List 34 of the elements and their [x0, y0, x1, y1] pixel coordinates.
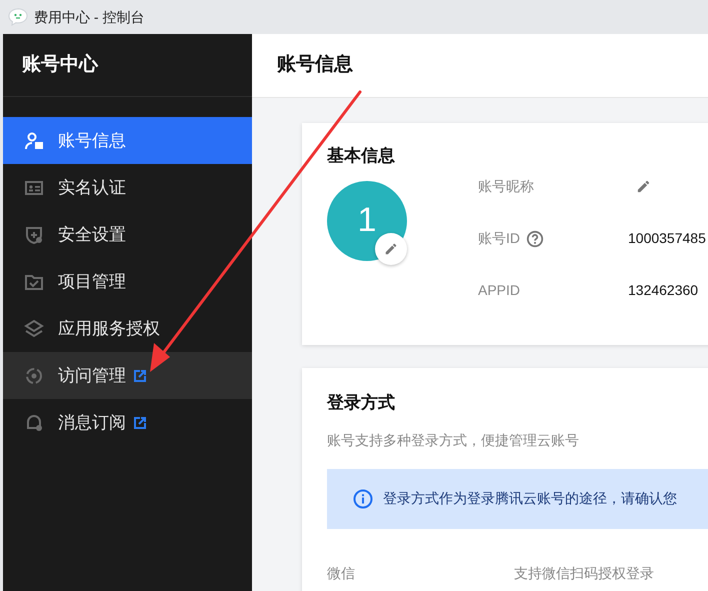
pencil-icon[interactable]: [636, 179, 651, 194]
card-title: 基本信息: [327, 145, 395, 167]
help-icon[interactable]: [526, 230, 544, 248]
card-title: 登录方式: [327, 392, 395, 414]
window-title: 费用中心 - 控制台: [34, 8, 144, 26]
method-label: 微信: [327, 564, 356, 583]
info-icon: [353, 488, 373, 508]
field-label: APPID: [478, 281, 520, 300]
menu-label: 消息订阅: [58, 412, 126, 434]
sidebar-item[interactable]: 账号信息: [3, 117, 252, 164]
menu-icon: [24, 412, 44, 432]
sidebar-title: 账号中心: [22, 52, 98, 77]
menu-icon: [24, 224, 44, 244]
menu-label: 访问管理: [58, 364, 126, 387]
pencil-icon: [384, 242, 398, 256]
menu-label: 实名认证: [58, 176, 126, 199]
avatar-initial: 1: [358, 200, 376, 241]
page-title: 账号信息: [277, 53, 353, 78]
menu-label: 安全设置: [58, 224, 126, 246]
menu-label: 项目管理: [58, 270, 126, 293]
menu-icon: [24, 318, 44, 338]
field-value: 132462360: [628, 281, 698, 300]
menu-icon: [24, 366, 44, 386]
sidebar-item[interactable]: 访问管理: [3, 352, 252, 399]
app-icon: [8, 8, 28, 26]
field-label: 账号昵称: [478, 177, 534, 196]
card-description: 账号支持多种登录方式，便捷管理云账号: [327, 430, 579, 450]
menu-icon: [24, 130, 44, 150]
field-label: 账号ID: [478, 229, 520, 248]
field-value: 1000357485: [628, 229, 706, 248]
notice-text: 登录方式作为登录腾讯云账号的途径，请确认您: [383, 489, 677, 508]
menu-label: 账号信息: [58, 130, 126, 152]
menu-label: 应用服务授权: [58, 318, 160, 340]
method-description: 支持微信扫码授权登录: [514, 564, 654, 583]
